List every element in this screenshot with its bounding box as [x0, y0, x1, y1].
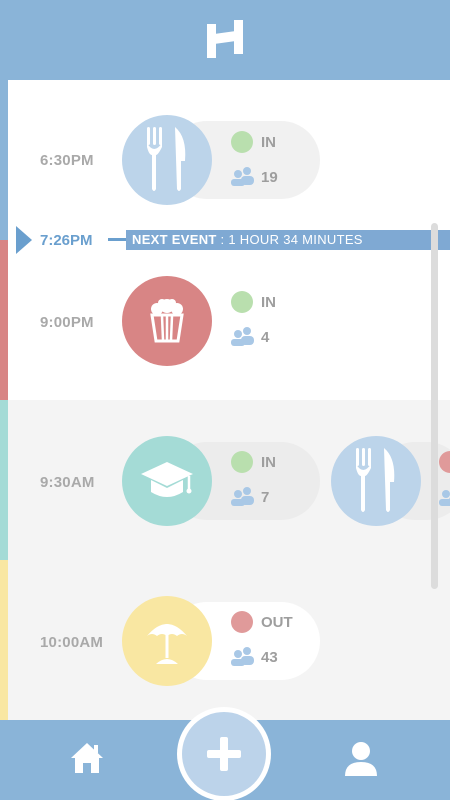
- event-row-4[interactable]: 10:00AM OUT 43: [0, 560, 450, 720]
- event-status: OUT: [261, 614, 293, 631]
- attendees-icon: [231, 647, 254, 666]
- event-icon-circle: [122, 276, 212, 366]
- attendees-icon-secondary: [439, 490, 450, 506]
- attendees-icon: [231, 327, 254, 346]
- plus-icon: [207, 737, 241, 771]
- user-icon[interactable]: [344, 741, 378, 777]
- app-logo-icon: [207, 20, 243, 58]
- scrollbar[interactable]: [431, 223, 438, 589]
- event-icon-circle: [122, 596, 212, 686]
- event-color-stripe: [0, 240, 8, 400]
- fork-knife-icon: [147, 127, 186, 191]
- event-time: 9:00PM: [40, 314, 94, 331]
- next-event-banner: NEXT EVENT : 1 HOUR 34 MINUTES: [126, 230, 450, 250]
- event-timeline[interactable]: 6:30PM IN 19 9:00PM IN 4 9:30AM IN 7 10:…: [0, 80, 450, 720]
- now-line: [108, 238, 126, 241]
- event-color-stripe: [0, 80, 8, 240]
- event-row-1[interactable]: 6:30PM IN 19: [0, 80, 450, 240]
- beach-umbrella-icon: [147, 624, 187, 664]
- event-icon-circle: [122, 115, 212, 205]
- event-icon-circle-secondary: [331, 436, 421, 526]
- status-dot: [231, 611, 253, 633]
- attendee-count: 4: [261, 329, 270, 346]
- event-time: 10:00AM: [40, 634, 104, 651]
- add-button-inner: [182, 712, 266, 796]
- status-dot: [231, 131, 253, 153]
- event-color-stripe: [0, 400, 8, 560]
- event-status: IN: [261, 134, 276, 151]
- current-time: 7:26PM: [40, 232, 93, 249]
- attendee-count: 7: [261, 489, 270, 506]
- event-status: IN: [261, 454, 276, 471]
- event-time: 6:30PM: [40, 152, 94, 169]
- home-icon[interactable]: [70, 741, 104, 775]
- event-icon-circle: [122, 436, 212, 526]
- event-row-3[interactable]: 9:30AM IN 7: [0, 400, 450, 560]
- now-marker-icon: [16, 226, 32, 254]
- attendee-count: 19: [261, 169, 278, 186]
- fork-knife-icon: [356, 448, 395, 512]
- graduation-cap-icon: [141, 462, 193, 497]
- attendees-icon: [231, 167, 254, 186]
- status-dot: [231, 291, 253, 313]
- attendees-icon: [231, 487, 254, 506]
- attendee-count: 43: [261, 649, 278, 666]
- event-color-stripe: [0, 560, 8, 720]
- add-event-button[interactable]: [177, 707, 271, 800]
- event-row-2[interactable]: 9:00PM IN 4: [0, 240, 450, 400]
- next-event-label: NEXT EVENT: [132, 232, 217, 247]
- status-dot: [231, 451, 253, 473]
- next-event-countdown: : 1 HOUR 34 MINUTES: [220, 232, 363, 247]
- event-time: 9:30AM: [40, 474, 95, 491]
- app-header: [0, 0, 450, 80]
- popcorn-icon: [150, 299, 184, 343]
- event-status: IN: [261, 294, 276, 311]
